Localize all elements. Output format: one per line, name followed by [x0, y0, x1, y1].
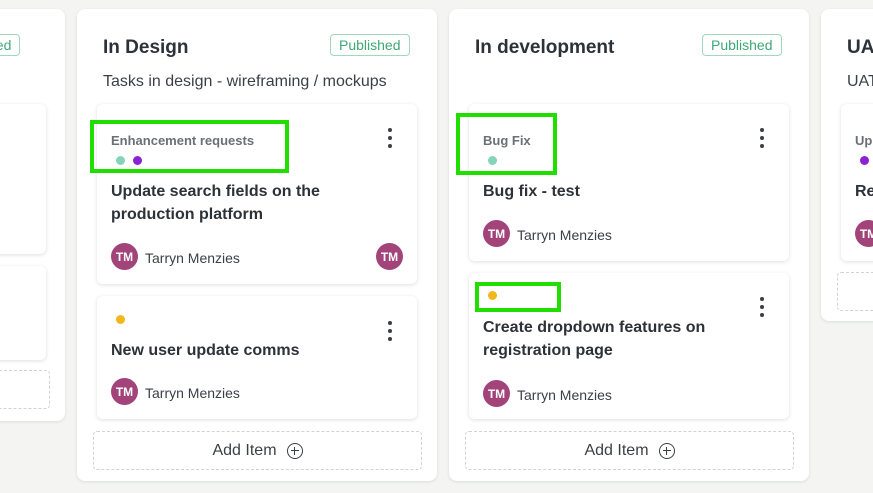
card[interactable]: [0, 266, 46, 360]
card-title: Re: [855, 183, 873, 200]
column-description: Tasks in design - wireframing / mockups: [103, 73, 387, 90]
status-badge: shed: [0, 34, 21, 56]
card-category: Bug Fix: [483, 133, 531, 148]
add-item-button[interactable]: Add Item: [93, 431, 422, 470]
card[interactable]: Up Re TM: [841, 104, 873, 261]
plus-circle-icon: [286, 442, 303, 459]
avatar: TM: [855, 220, 873, 247]
card[interactable]: [0, 104, 46, 254]
card[interactable]: Enhancement requests Update search field…: [97, 104, 417, 284]
column-left-partial: shed: [0, 9, 65, 421]
add-item-label: Add Item: [212, 441, 277, 459]
avatar: TM: [111, 243, 138, 270]
assignee-name: Tarryn Menzies: [145, 385, 240, 401]
column-title: In Design: [103, 37, 189, 58]
tag-dot-yellow: [116, 315, 125, 324]
tag-dot-teal: [116, 156, 125, 165]
plus-circle-icon: [658, 442, 675, 459]
status-badge: Published: [702, 34, 782, 56]
card[interactable]: Create dropdown features on registration…: [469, 273, 789, 419]
card[interactable]: New user update comms TM Tarryn Menzies: [97, 296, 417, 419]
card-menu-button[interactable]: [384, 128, 396, 148]
card-category: Enhancement requests: [111, 133, 255, 148]
column-description: UAT: [847, 73, 873, 90]
assignee-name: Tarryn Menzies: [517, 387, 612, 403]
add-item-button[interactable]: [0, 370, 50, 409]
avatar: TM: [483, 220, 510, 247]
column-in-design: In Design Published Tasks in design - wi…: [77, 9, 437, 481]
status-badge: Published: [330, 34, 410, 56]
assignee-name: Tarryn Menzies: [145, 250, 240, 266]
tag-dot-purple: [133, 156, 142, 165]
column-title: UAT: [847, 37, 873, 58]
card-menu-button[interactable]: [756, 128, 768, 148]
avatar: TM: [483, 380, 510, 407]
add-item-label: Add Item: [584, 441, 649, 459]
card-category: Up: [855, 133, 873, 148]
column-uat-partial: UAT UAT Up Re TM: [821, 9, 873, 321]
avatar: TM: [111, 378, 138, 405]
column-title: In development: [475, 37, 615, 58]
card-title: Update search fields on the production p…: [111, 183, 320, 223]
tag-dot-purple: [860, 156, 869, 165]
card-menu-button[interactable]: [756, 297, 768, 317]
card-title: Create dropdown features on registration…: [483, 319, 706, 359]
add-item-button[interactable]: [837, 272, 873, 311]
card-menu-button[interactable]: [384, 321, 396, 341]
card-title: New user update comms: [111, 342, 300, 359]
tag-dot-yellow: [488, 291, 497, 300]
card[interactable]: Bug Fix Bug fix - test TM Tarryn Menzies: [469, 104, 789, 261]
card-menu-button[interactable]: [0, 126, 3, 146]
card-menu-button[interactable]: [0, 289, 3, 309]
avatar: TM: [376, 243, 403, 270]
card-title: Bug fix - test: [483, 183, 580, 200]
tag-dot-teal: [488, 156, 497, 165]
assignee-name: Tarryn Menzies: [517, 227, 612, 243]
add-item-button[interactable]: Add Item: [465, 431, 794, 470]
column-in-development: In development Published Bug Fix Bug fix…: [449, 9, 809, 481]
